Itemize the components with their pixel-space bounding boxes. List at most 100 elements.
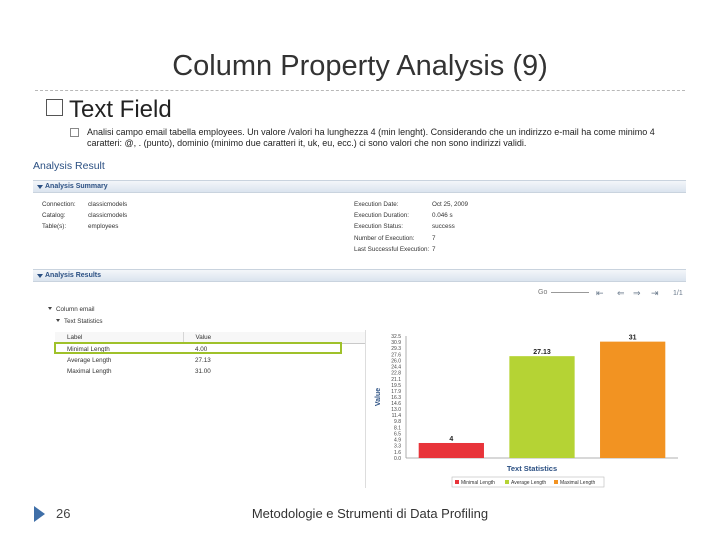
legend-label: Minimal Length — [461, 480, 495, 486]
tree-node-label: Column email — [56, 306, 95, 313]
section-heading: Text Field — [46, 96, 172, 124]
summary-key: Execution Duration: — [354, 212, 409, 220]
checkbox-bullet-icon — [46, 99, 63, 116]
summary-field: Execution Duration: 0.046 s — [354, 210, 468, 221]
summary-value: classicmodels — [88, 201, 128, 208]
summary-field: Execution Date: Oct 25, 2009 — [354, 199, 468, 210]
summary-key: Number of Execution: — [354, 234, 415, 242]
summary-right-fields: Execution Date: Oct 25, 2009 Execution Du… — [354, 199, 468, 255]
go-button[interactable]: Go — [538, 289, 547, 296]
summary-key: Last Successful Execution: — [354, 245, 430, 253]
legend-swatch — [455, 480, 459, 484]
summary-value: success — [432, 223, 455, 231]
analysis-results-label: Analysis Results — [45, 272, 102, 279]
y-tick-label: 0.0 — [394, 456, 401, 462]
bullet-text: Analisi campo email tabella employees. U… — [87, 127, 655, 148]
summary-left-fields: Connection: classicmodels Catalog: classic… — [42, 199, 127, 233]
y-tick-label: 4.9 — [394, 438, 401, 444]
bar-value-label: 27.13 — [533, 349, 551, 356]
y-tick-label: 16.3 — [391, 395, 401, 401]
bar-value-label: 31 — [629, 335, 637, 342]
summary-value: 7 — [432, 234, 436, 242]
legend-swatch — [554, 480, 558, 484]
page-number: 26 — [56, 506, 71, 521]
summary-field: Execution Status: success — [354, 221, 468, 232]
y-tick-label: 17.9 — [391, 389, 401, 395]
summary-value: 0.046 s — [432, 212, 453, 220]
bar-maximal-length — [600, 341, 666, 458]
y-tick-label: 29.3 — [391, 346, 401, 352]
tree-node-column[interactable]: Column email — [48, 306, 95, 313]
y-tick-label: 22.8 — [391, 370, 401, 376]
legend-swatch — [505, 480, 509, 484]
collapse-triangle-icon — [37, 274, 43, 278]
table-row[interactable]: Average Length 27.13 — [55, 355, 365, 366]
legend-label: Maximal Length — [560, 480, 596, 486]
chart-svg: 0.01.63.34.96.58.19.811.413.014.616.317.… — [375, 334, 678, 488]
text-statistics-chart: 0.0 1.6 3.3 4.9 6.5 8.1 9.8 11.4 13.0 14.6 16.3 17.… — [365, 330, 686, 488]
summary-field: Connection: classicmodels — [42, 199, 127, 210]
bar-average-length — [509, 356, 575, 458]
summary-key: Table(s): — [42, 223, 67, 231]
title-divider — [35, 90, 685, 91]
last-page-icon[interactable]: ⇥ — [651, 288, 659, 299]
summary-value: Oct 25, 2009 — [432, 201, 469, 208]
y-tick-label: 21.1 — [391, 377, 401, 383]
slide-title: Column Property Analysis (9) — [172, 50, 548, 82]
table-cell-label: Maximal Length — [67, 368, 112, 375]
page-navigator: Go — [538, 289, 603, 296]
bar-value-label: 4 — [449, 436, 453, 443]
next-page-icon[interactable]: ⇒ — [633, 288, 641, 299]
expand-triangle-icon — [48, 307, 52, 310]
summary-key: Execution Status: — [354, 223, 404, 231]
summary-field: Last Successful Execution: 7 — [354, 244, 468, 255]
y-tick-label: 27.6 — [391, 352, 401, 358]
summary-key: Connection: — [42, 201, 76, 208]
summary-key: Catalog: — [42, 212, 66, 220]
chart-title: Text Statistics — [507, 464, 557, 473]
table-cell-value: 27.13 — [195, 357, 211, 364]
summary-key: Execution Date: — [354, 201, 399, 208]
minimal-length-highlight — [54, 342, 342, 354]
page-input[interactable] — [551, 292, 590, 293]
table-cell-label: Average Length — [67, 357, 112, 364]
summary-field: Table(s): employees — [42, 221, 127, 232]
analysis-summary-label: Analysis Summary — [45, 183, 108, 190]
y-tick-label: 1.6 — [394, 450, 401, 456]
bar-minimal-length — [418, 442, 484, 458]
tree-node-statistics[interactable]: Text Statistics — [56, 318, 103, 325]
y-axis-label: Value — [375, 388, 382, 406]
previous-page-icon[interactable]: ⇐ — [617, 288, 625, 299]
y-tick-label: 11.4 — [392, 413, 402, 419]
y-tick-label: 30.9 — [391, 340, 401, 346]
summary-value: classicmodels — [88, 212, 128, 220]
collapse-triangle-icon — [37, 185, 43, 189]
footer-text: Metodologie e Strumenti di Data Profilin… — [251, 506, 489, 521]
y-tick-label: 3.3 — [394, 444, 401, 450]
y-tick-label: 19.5 — [391, 383, 401, 389]
y-tick-label: 24.4 — [391, 364, 401, 370]
analysis-results-section-header[interactable]: Analysis Results — [33, 269, 686, 282]
y-tick-label: 32.5 — [391, 334, 401, 340]
y-tick-label: 6.5 — [394, 432, 401, 438]
page-indicator: 1/1 — [673, 290, 683, 297]
y-tick-label: 8.1 — [394, 426, 401, 432]
statistics-table: Label Value Minimal Length 4.00 Average … — [55, 332, 365, 377]
y-tick-label: 26.0 — [391, 358, 401, 364]
first-page-icon[interactable]: ⇤ — [596, 288, 604, 299]
tree-node-label: Text Statistics — [64, 318, 103, 325]
summary-value: employees — [88, 223, 119, 231]
footer-arrow-icon — [34, 506, 45, 522]
legend-label: Average Length — [511, 480, 546, 486]
table-row[interactable]: Maximal Length 31.00 — [55, 366, 365, 377]
y-tick-label: 9.8 — [394, 419, 401, 425]
sub-bullet-icon — [70, 128, 79, 137]
summary-field: Catalog: classicmodels — [42, 210, 127, 221]
section-heading-text: Text Field — [69, 96, 172, 123]
analysis-summary-section-header[interactable]: Analysis Summary — [33, 180, 686, 193]
table-cell-value: 31.00 — [195, 368, 211, 375]
summary-field: Number of Execution: 7 — [354, 233, 468, 244]
y-tick-label: 14.6 — [391, 401, 401, 407]
analysis-result-title: Analysis Result — [33, 160, 105, 172]
y-tick-label: 13.0 — [391, 407, 401, 413]
